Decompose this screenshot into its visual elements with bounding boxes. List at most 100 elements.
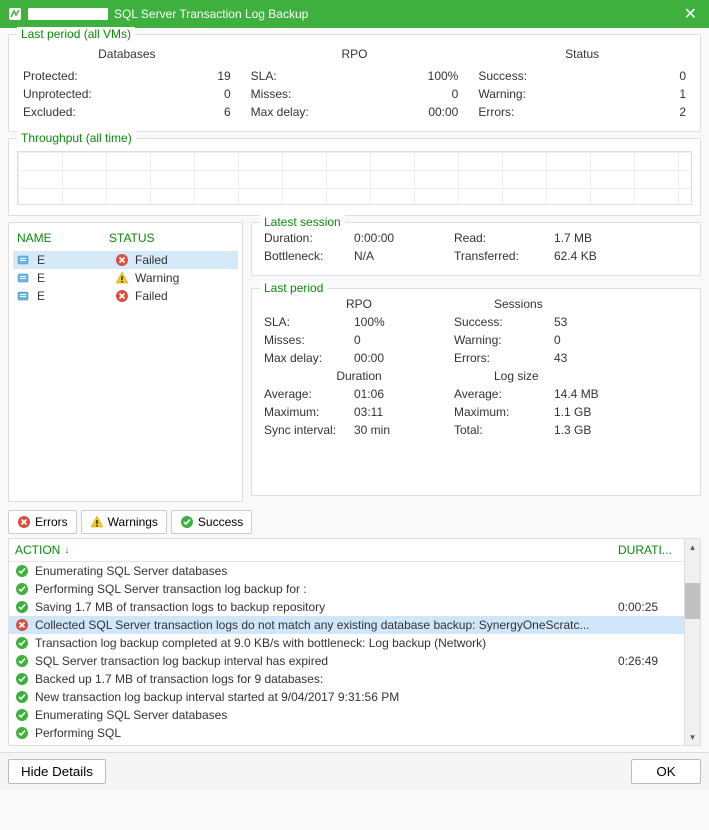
close-icon[interactable]: ✕: [680, 4, 701, 24]
lp-sync-label: Sync interval:: [264, 423, 354, 437]
warning-value: 1: [679, 87, 686, 101]
success-icon: [15, 726, 29, 740]
status-header: Status: [472, 47, 692, 61]
app-icon: [8, 7, 22, 21]
lp-dur-avg-label: Average:: [264, 387, 354, 401]
log-text: Transaction log backup completed at 9.0 …: [35, 636, 612, 650]
lp-size-max-label: Maximum:: [454, 405, 554, 419]
vm-row[interactable]: EWarning: [13, 269, 238, 287]
log-duration-header[interactable]: DURATI...: [618, 543, 678, 557]
last-period-group: Last period (all VMs) Databases Protecte…: [8, 34, 701, 132]
log-text: Saving 1.7 MB of transaction logs to bac…: [35, 600, 612, 614]
rpo-header: RPO: [245, 47, 465, 61]
log-text: SQL Server transaction log backup interv…: [35, 654, 612, 668]
sort-down-icon: ↓: [64, 545, 69, 556]
error-icon: [115, 289, 129, 303]
log-row[interactable]: Performing SQL: [9, 724, 684, 742]
ok-button[interactable]: OK: [631, 759, 701, 784]
log-row[interactable]: Saving 1.7 MB of transaction logs to bac…: [9, 598, 684, 616]
vm-status: Failed: [135, 253, 168, 267]
latest-session-group: Latest session Duration: 0:00:00 Read: 1…: [251, 222, 701, 276]
unprotected-value: 0: [224, 87, 231, 101]
lp-errors-label: Errors:: [454, 351, 554, 365]
filter-success-label: Success: [198, 515, 243, 529]
log-row[interactable]: New transaction log backup interval star…: [9, 688, 684, 706]
ls-transferred-value: 62.4 KB: [554, 249, 688, 263]
throughput-chart: [17, 151, 692, 205]
log-row[interactable]: Collected SQL Server transaction logs do…: [9, 616, 684, 634]
lp-misses-label: Misses:: [264, 333, 354, 347]
log-row[interactable]: Transaction log backup completed at 9.0 …: [9, 634, 684, 652]
ls-bottleneck-label: Bottleneck:: [264, 249, 354, 263]
log-area: ACTION ↓ DURATI... Enumerating SQL Serve…: [8, 538, 701, 746]
server-icon: [17, 271, 31, 285]
log-action-header[interactable]: ACTION ↓: [15, 543, 618, 557]
last-period-detail-group: Last period RPO Sessions SLA: 100% Succe…: [251, 288, 701, 496]
errors-label: Errors:: [478, 105, 514, 119]
misses-value: 0: [452, 87, 459, 101]
success-icon: [15, 582, 29, 596]
vm-row[interactable]: EFailed: [13, 287, 238, 305]
server-name-redacted: [28, 8, 108, 20]
filter-bar: Errors Warnings Success: [8, 510, 701, 534]
vmlist-name-header[interactable]: NAME: [17, 231, 109, 245]
lp-total-value: 1.3 GB: [554, 423, 688, 437]
throughput-group: Throughput (all time): [8, 138, 701, 216]
server-icon: [17, 253, 31, 267]
last-period-title: Last period (all VMs): [17, 27, 135, 41]
warning-icon: [90, 515, 104, 529]
vm-list[interactable]: NAME STATUS EFailedEWarningEFailed: [8, 222, 243, 502]
lp-errors-value: 43: [554, 351, 688, 365]
lp-misses-value: 0: [354, 333, 454, 347]
success-label: Success:: [478, 69, 527, 83]
hide-details-button[interactable]: Hide Details: [8, 759, 106, 784]
filter-warnings-button[interactable]: Warnings: [81, 510, 167, 534]
lp-sync-value: 30 min: [354, 423, 454, 437]
log-row[interactable]: Backed up 1.7 MB of transaction logs for…: [9, 670, 684, 688]
server-icon: [17, 289, 31, 303]
warning-label: Warning:: [478, 87, 526, 101]
ls-read-value: 1.7 MB: [554, 231, 688, 245]
log-text: New transaction log backup interval star…: [35, 690, 612, 704]
lp-maxdelay-value: 00:00: [354, 351, 454, 365]
titlebar: SQL Server Transaction Log Backup ✕: [0, 0, 709, 28]
log-row[interactable]: Performing SQL Server transaction log ba…: [9, 580, 684, 598]
excluded-label: Excluded:: [23, 105, 76, 119]
scroll-down-icon[interactable]: ▾: [685, 729, 700, 745]
unprotected-label: Unprotected:: [23, 87, 92, 101]
scroll-thumb[interactable]: [685, 583, 700, 619]
ls-duration-value: 0:00:00: [354, 231, 454, 245]
lp-success-label: Success:: [454, 315, 554, 329]
ls-duration-label: Duration:: [264, 231, 354, 245]
lp-dur-max-label: Maximum:: [264, 405, 354, 419]
success-icon: [15, 690, 29, 704]
success-icon: [15, 708, 29, 722]
log-row[interactable]: SQL Server transaction log backup interv…: [9, 652, 684, 670]
lp-sla-label: SLA:: [264, 315, 354, 329]
window-title: SQL Server Transaction Log Backup: [114, 7, 674, 21]
success-icon: [180, 515, 194, 529]
error-icon: [15, 618, 29, 632]
error-icon: [115, 253, 129, 267]
scrollbar[interactable]: ▴ ▾: [684, 539, 700, 745]
lp-size-avg-value: 14.4 MB: [554, 387, 688, 401]
lp-logsize-header: Log size: [454, 369, 688, 383]
lp-total-label: Total:: [454, 423, 554, 437]
protected-label: Protected:: [23, 69, 78, 83]
lp-maxdelay-label: Max delay:: [264, 351, 354, 365]
success-icon: [15, 636, 29, 650]
log-row[interactable]: Enumerating SQL Server databases: [9, 706, 684, 724]
filter-errors-button[interactable]: Errors: [8, 510, 77, 534]
lp-duration-header: Duration: [264, 369, 454, 383]
ls-read-label: Read:: [454, 231, 554, 245]
ls-bottleneck-value: N/A: [354, 249, 454, 263]
lp-sessions-header: Sessions: [454, 297, 688, 311]
scroll-up-icon[interactable]: ▴: [685, 539, 700, 555]
errors-value: 2: [679, 105, 686, 119]
footer: Hide Details OK: [0, 752, 709, 790]
vm-row[interactable]: EFailed: [13, 251, 238, 269]
log-duration: 0:00:25: [618, 600, 678, 614]
filter-success-button[interactable]: Success: [171, 510, 252, 534]
vmlist-status-header[interactable]: STATUS: [109, 231, 155, 245]
log-row[interactable]: Enumerating SQL Server databases: [9, 562, 684, 580]
